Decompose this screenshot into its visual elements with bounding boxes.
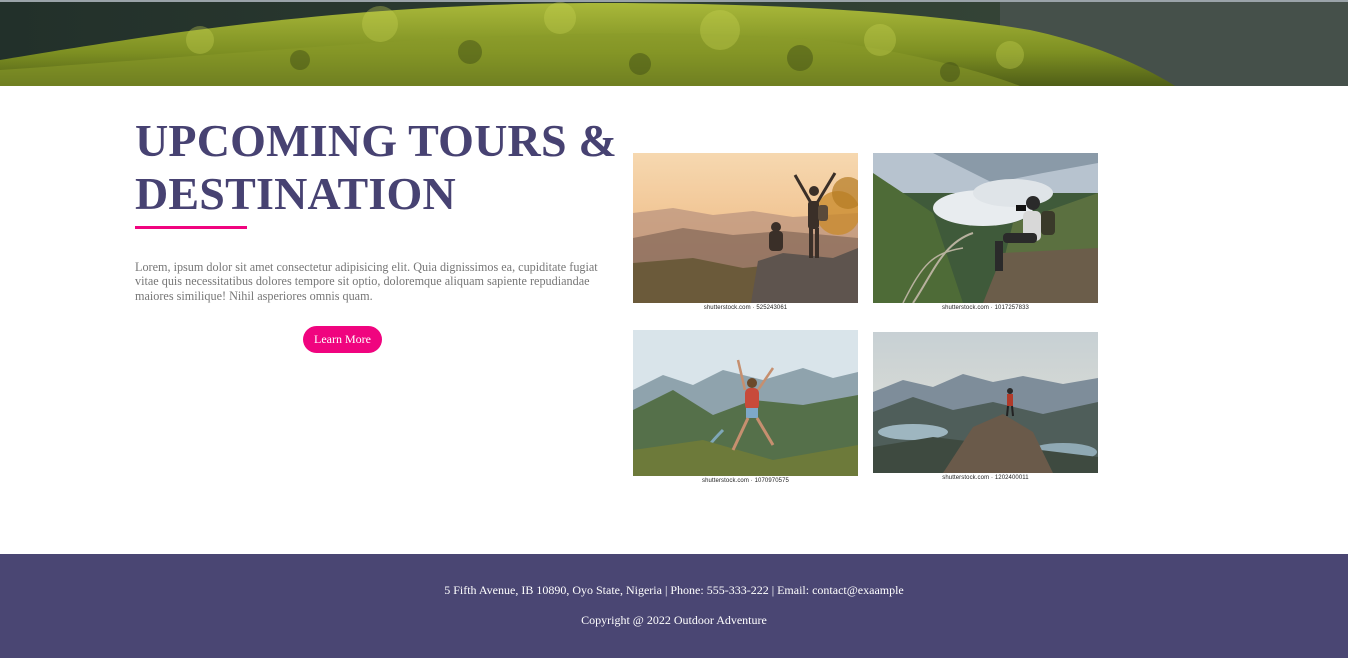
section-heading: UPCOMING TOURS & DESTINATION: [135, 114, 635, 220]
gallery-photo-2[interactable]: shutterstock.com · 1017257833: [873, 153, 1098, 316]
hero-banner-image: [0, 0, 1348, 86]
gallery-photo-3[interactable]: shutterstock.com · 1070970575: [633, 330, 858, 490]
gallery-photo-4[interactable]: shutterstock.com · 1202400011: [873, 332, 1098, 486]
heading-line-1: UPCOMING TOURS &: [135, 115, 617, 166]
photographer-valley-clouds-image: [873, 153, 1098, 303]
top-border: [0, 0, 1348, 2]
section-description: Lorem, ipsum dolor sit amet consectetur …: [135, 260, 598, 303]
hikers-sunset-summit-image: [633, 153, 858, 303]
heading-underline: [135, 226, 247, 229]
gallery-photo-1[interactable]: shutterstock.com · 525243061: [633, 153, 858, 316]
site-footer: 5 Fifth Avenue, IB 10890, Oyo State, Nig…: [0, 554, 1348, 658]
photo-caption: shutterstock.com · 1202400011: [942, 475, 1029, 481]
photo-caption: shutterstock.com · 1017257833: [942, 305, 1029, 311]
photo-caption: shutterstock.com · 1070970575: [702, 478, 789, 484]
hiker-on-rock-lake-image: [873, 332, 1098, 473]
heading-line-2: DESTINATION: [135, 168, 456, 219]
woman-jumping-mountain-image: [633, 330, 858, 476]
footer-copyright: Copyright @ 2022 Outdoor Adventure: [581, 613, 767, 627]
photo-caption: shutterstock.com · 525243061: [703, 305, 788, 311]
footer-contact-info: 5 Fifth Avenue, IB 10890, Oyo State, Nig…: [444, 583, 904, 597]
learn-more-button[interactable]: Learn More: [303, 326, 382, 353]
mountain-landscape-image: [0, 0, 1348, 86]
